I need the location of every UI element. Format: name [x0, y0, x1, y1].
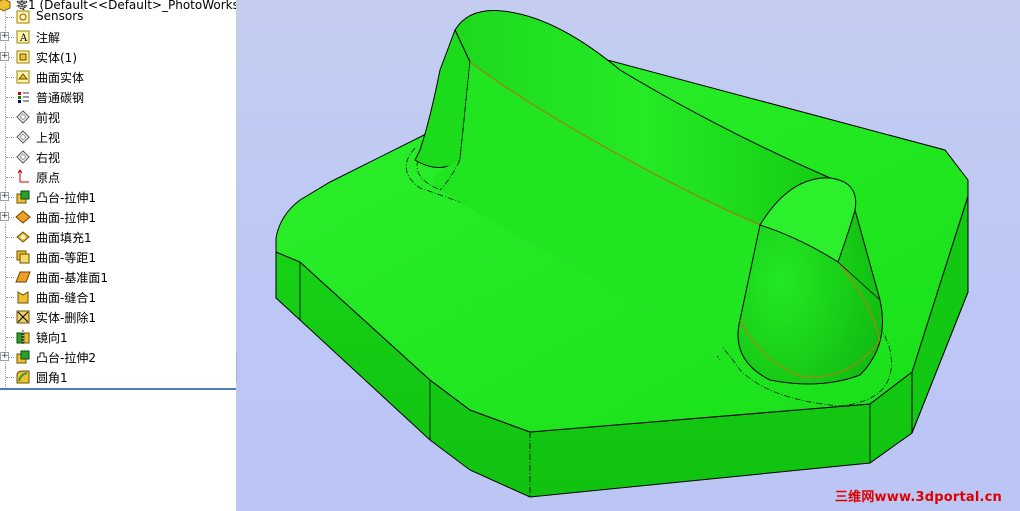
tree-connector-branch	[6, 157, 14, 158]
tree-item-label: 曲面实体	[36, 71, 85, 85]
plane-icon	[16, 110, 30, 124]
model-view[interactable]	[237, 0, 1020, 511]
tree-item-label: 右视	[36, 151, 61, 165]
expand-toggle-icon[interactable]: +	[0, 352, 9, 361]
tree-item-18[interactable]: 圆角1	[0, 367, 236, 387]
tree-item-13[interactable]: 曲面-基准面1	[0, 267, 236, 287]
tree-connector-branch	[6, 137, 14, 138]
tree-connector-branch	[6, 297, 14, 298]
tree-connector-branch	[6, 237, 14, 238]
surface-bodies-icon	[16, 70, 30, 84]
expand-toggle-icon[interactable]: +	[0, 212, 9, 221]
tree-item-label: 实体-删除1	[36, 311, 96, 325]
surface-fill-icon	[16, 231, 30, 243]
tree-item-label: 原点	[36, 171, 61, 185]
tree-connector-branch	[6, 97, 14, 98]
feature-manager-tree: 零1 (Default<<Default>_PhotoWorks Sensors…	[0, 0, 237, 511]
watermark-text: 三维网www.3dportal.cn	[834, 490, 1002, 505]
tree-item-label: 凸台-拉伸2	[36, 351, 96, 365]
plane-icon	[16, 130, 30, 144]
tree-item-1[interactable]: + A 注解	[0, 27, 236, 47]
tree-item-3[interactable]: 曲面实体	[0, 67, 236, 87]
boss-extrude-icon	[16, 350, 30, 364]
tree-item-0[interactable]: Sensors	[0, 7, 236, 27]
mirror-icon	[16, 330, 30, 344]
tree-item-label: 注解	[36, 31, 61, 45]
solid-bodies-icon	[16, 50, 30, 64]
surface-extrude-icon	[15, 210, 31, 224]
tree-item-7[interactable]: 右视	[0, 147, 236, 167]
tree-item-label: 曲面-拉伸1	[36, 211, 96, 225]
surface-knit-icon	[17, 291, 29, 304]
origin-icon	[17, 169, 29, 183]
tree-item-label: 曲面-等距1	[36, 251, 96, 265]
tree-item-4[interactable]: 普通碳钢	[0, 87, 236, 107]
tree-item-label: 镜向1	[36, 331, 68, 345]
tree-item-14[interactable]: 曲面-缝合1	[0, 287, 236, 307]
tree-item-label: 凸台-拉伸1	[36, 191, 96, 205]
material-icon	[18, 92, 29, 103]
planar-surface-icon	[15, 271, 31, 283]
tree-connector-branch	[6, 77, 14, 78]
tree-connector-branch	[6, 257, 14, 258]
tree-item-8[interactable]: 原点	[0, 167, 236, 187]
tree-item-11[interactable]: 曲面填充1	[0, 227, 236, 247]
tree-item-15[interactable]: 实体-删除1	[0, 307, 236, 327]
tree-item-9[interactable]: + 凸台-拉伸1	[0, 187, 236, 207]
tree-item-label: 曲面填充1	[36, 231, 92, 245]
tree-connector-branch	[6, 17, 14, 18]
surface-offset-icon	[16, 250, 30, 264]
tree-item-10[interactable]: + 曲面-拉伸1	[0, 207, 236, 227]
tree-item-16[interactable]: 镜向1	[0, 327, 236, 347]
plane-icon	[16, 150, 30, 164]
tree-connector-branch	[6, 177, 14, 178]
tree-item-label: 上视	[36, 131, 61, 145]
graphics-viewport[interactable]: 三维网www.3dportal.cn	[237, 0, 1020, 511]
tree-item-12[interactable]: 曲面-等距1	[0, 247, 236, 267]
tree-connector-branch	[6, 277, 14, 278]
svg-text:A: A	[19, 33, 28, 44]
tree-item-label: 前视	[36, 111, 61, 125]
expand-toggle-icon[interactable]: +	[0, 52, 9, 61]
expand-toggle-icon[interactable]: +	[0, 32, 9, 41]
boss-extrude-icon	[16, 190, 30, 204]
tree-item-17[interactable]: + 凸台-拉伸2	[0, 347, 236, 367]
tree-rollback-bar[interactable]	[0, 388, 236, 390]
tree-item-label: 实体(1)	[36, 51, 77, 65]
annotation-icon: A	[16, 30, 30, 44]
expand-toggle-icon[interactable]: +	[0, 192, 9, 201]
tree-item-label: 曲面-基准面1	[36, 271, 108, 285]
tree-item-2[interactable]: + 实体(1)	[0, 47, 236, 67]
tree-connector-branch	[6, 377, 14, 378]
tree-connector-branch	[6, 337, 14, 338]
tree-item-label: 圆角1	[36, 371, 68, 385]
delete-body-icon	[16, 310, 30, 324]
tree-item-label: 普通碳钢	[36, 91, 85, 105]
sensor-icon	[16, 10, 30, 24]
tree-item-5[interactable]: 前视	[0, 107, 236, 127]
tree-item-label: Sensors	[36, 9, 84, 23]
tree-item-6[interactable]: 上视	[0, 127, 236, 147]
tree-connector-branch	[6, 117, 14, 118]
tree-connector-branch	[6, 317, 14, 318]
tree-item-label: 曲面-缝合1	[36, 291, 96, 305]
fillet-icon	[16, 370, 30, 384]
